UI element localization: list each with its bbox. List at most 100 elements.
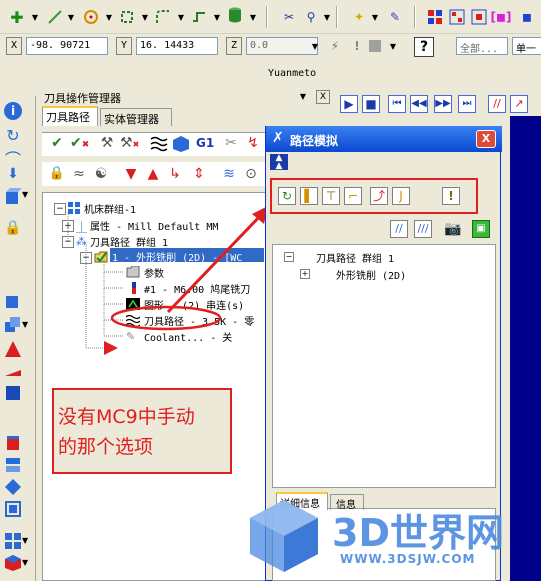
sim-tool-icon[interactable]: ▌: [300, 187, 318, 205]
arrow-down-icon[interactable]: ⬇: [4, 166, 22, 184]
dialog-tree-group[interactable]: 刀具路径 群组 1: [316, 250, 394, 265]
stop-icon[interactable]: ■: [362, 95, 380, 113]
select-invalid-icon[interactable]: ✔✖: [70, 135, 89, 153]
select-all-icon[interactable]: ✔: [48, 135, 66, 153]
grid-bracket-icon[interactable]: [◼]: [491, 8, 512, 26]
step-back-icon[interactable]: ◀◀: [410, 95, 428, 113]
transform-icon[interactable]: ✂: [280, 8, 298, 26]
step-forward-icon[interactable]: ▶▶: [434, 95, 452, 113]
dropdown-arrow-icon[interactable]: ▼: [62, 8, 80, 26]
cube-stack-icon[interactable]: [4, 316, 22, 334]
info-icon[interactable]: i: [4, 102, 22, 120]
toggle-display-icon[interactable]: ≈: [70, 166, 88, 184]
y-label[interactable]: Y: [116, 37, 132, 55]
help-icon[interactable]: ?: [414, 37, 434, 57]
wave-icon[interactable]: ≋: [220, 166, 238, 184]
level-combo[interactable]: 全部...: [456, 37, 508, 55]
backplot-icon[interactable]: [150, 135, 168, 153]
arc-icon[interactable]: ⌒: [4, 146, 22, 169]
manager-title: 刀具操作管理器: [44, 92, 121, 105]
fillet-icon[interactable]: [154, 8, 172, 26]
sim-cut-icon[interactable]: ⤴: [370, 187, 388, 205]
tool-flip-icon[interactable]: ✂: [222, 135, 240, 153]
wedge-icon[interactable]: [4, 362, 22, 380]
cone-icon[interactable]: [4, 340, 22, 358]
rotate-icon[interactable]: ↻: [4, 126, 22, 145]
forward-end-icon[interactable]: ⏭: [458, 95, 476, 113]
dropdown-arrow-icon[interactable]: ▼: [366, 8, 384, 26]
solid-shape-icon[interactable]: [4, 188, 22, 206]
dropdown-arrow-icon[interactable]: ▼: [208, 8, 226, 26]
help-small-icon[interactable]: ↯: [244, 135, 262, 153]
regenerate-icon[interactable]: ⚒: [98, 135, 116, 153]
solid-cylinder-icon[interactable]: [226, 6, 244, 24]
sim-holder-alt-icon[interactable]: ⌐: [344, 187, 362, 205]
edit-icon[interactable]: ✎: [386, 8, 404, 26]
expand-collapse-icon[interactable]: ⇕: [190, 166, 208, 184]
cutting-mode-icon[interactable]: ↗: [510, 95, 528, 113]
dropdown-arrow-icon[interactable]: ▼: [306, 37, 324, 55]
sim-alert-icon[interactable]: !: [442, 187, 460, 205]
manager-close-button[interactable]: X: [316, 90, 330, 104]
trace-mode-icon[interactable]: //: [488, 95, 506, 113]
grid-layout-icon[interactable]: [448, 8, 466, 26]
sim-holder-icon[interactable]: ⊤: [322, 187, 340, 205]
post-g1-button[interactable]: G1: [196, 136, 214, 150]
dropdown-arrow-icon[interactable]: ▼: [172, 8, 190, 26]
grid-select-icon[interactable]: [470, 8, 488, 26]
expand-box-icon[interactable]: +: [300, 269, 310, 279]
dropdown-arrow-icon[interactable]: ▼: [244, 8, 262, 26]
lock-icon[interactable]: 🔒: [4, 220, 22, 238]
sim-shape-icon[interactable]: J: [392, 187, 410, 205]
layer-cube-icon[interactable]: [4, 292, 22, 310]
point-icon[interactable]: ✚: [8, 8, 26, 27]
dropdown-arrow-icon[interactable]: ▼: [384, 37, 402, 55]
dropdown-arrow-icon[interactable]: ▼: [26, 8, 44, 26]
sim-repeat-icon[interactable]: ↻: [278, 187, 296, 205]
sim-hatch-icon[interactable]: ///: [414, 220, 432, 238]
single-select-combo[interactable]: 单一: [512, 37, 541, 55]
fast-point-icon[interactable]: ⚡: [326, 37, 344, 55]
grid-view-icon[interactable]: [426, 8, 444, 26]
move-up-icon[interactable]: ▲: [144, 166, 162, 184]
stack-icon[interactable]: [4, 500, 22, 518]
autocursor-icon[interactable]: !: [348, 37, 366, 55]
expand-dialog-icon[interactable]: ▲ ▲: [270, 154, 288, 171]
insert-arrow-icon[interactable]: ↳: [166, 166, 184, 184]
sim-lines-icon[interactable]: //: [390, 220, 408, 238]
insert-arrow-marker: [104, 341, 118, 355]
dialog-tree-operation[interactable]: 外形铣削 (2D): [336, 267, 406, 282]
regenerate-dirty-icon[interactable]: ⚒✖: [120, 135, 139, 153]
bucket-icon[interactable]: [4, 434, 22, 452]
autocursor-settings-icon[interactable]: [366, 37, 384, 55]
dropdown-arrow-icon[interactable]: ▼: [318, 8, 336, 26]
color-cube-icon[interactable]: [4, 554, 22, 572]
posting-icon[interactable]: ☯: [92, 166, 110, 184]
dialog-close-button[interactable]: X: [476, 130, 496, 148]
block-icon[interactable]: [4, 384, 22, 402]
grid-small-icon[interactable]: [4, 532, 22, 550]
diamond-icon[interactable]: [4, 478, 22, 496]
target-icon[interactable]: ⊙: [242, 166, 260, 184]
move-down-icon[interactable]: ▼: [122, 166, 140, 184]
pin-icon[interactable]: ▼: [296, 90, 310, 104]
dropdown-arrow-icon[interactable]: ▼: [100, 8, 118, 26]
y-coordinate-field[interactable]: 16. 14433: [136, 37, 218, 55]
z-label[interactable]: Z: [226, 37, 242, 55]
dropdown-arrow-icon[interactable]: ▼: [136, 8, 154, 26]
x-label[interactable]: X: [6, 37, 22, 55]
collapse-box-icon[interactable]: −: [284, 252, 294, 262]
tab-solid-label: 实体管理器: [104, 113, 159, 126]
rectangle-icon[interactable]: [118, 8, 136, 26]
play-icon[interactable]: ▶: [340, 95, 358, 113]
lock-small-icon[interactable]: 🔒: [48, 166, 66, 184]
grid-bracket-alt-icon[interactable]: ◼: [518, 8, 536, 26]
trim-icon[interactable]: [190, 8, 208, 26]
camera-icon[interactable]: 📷: [444, 220, 462, 238]
circle-icon[interactable]: [82, 8, 100, 26]
save-icon[interactable]: ▣: [472, 220, 490, 238]
rewind-start-icon[interactable]: ⏮: [388, 95, 406, 113]
layers-icon[interactable]: [4, 456, 22, 474]
verify-icon[interactable]: [172, 135, 190, 153]
x-coordinate-field[interactable]: -98. 90721: [26, 37, 108, 55]
